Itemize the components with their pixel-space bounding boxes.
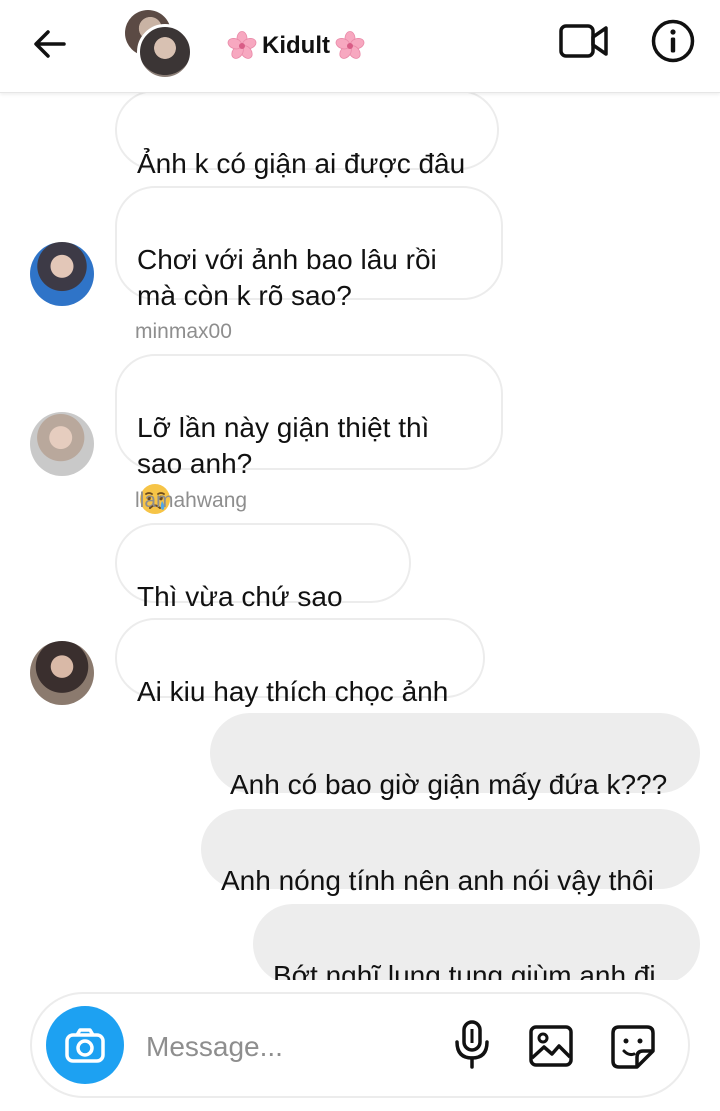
avatar [137,24,193,80]
message-composer [30,992,690,1098]
message-bubble[interactable]: Anh nóng tính nên anh nói vậy thôi [201,809,700,896]
message-bubble[interactable]: Bớt nghĩ lung tung giùm anh đi [253,904,700,980]
camera-icon [65,1028,105,1063]
chat-header: Kidult [0,0,720,93]
message-thread[interactable]: Ảnh k có giận ai được đâu Chơi với ảnh b… [0,92,720,980]
message-bubble[interactable]: Ai kiu hay thích chọc ảnh [115,618,485,707]
message-bubble[interactable]: Anh có bao giờ giận mấy đứa k??? [210,713,700,800]
message-bubble[interactable]: Lỡ lần này giận thiệt thì sao anh? [115,354,503,514]
message-text: Chơi với ảnh bao lâu rồi mà còn k rõ sao… [137,244,437,311]
message-text: Anh có bao giờ giận mấy đứa k??? [230,769,668,800]
camera-button[interactable] [46,1006,124,1084]
message-bubble[interactable]: Thì vừa chứ sao [115,523,411,643]
sender-name: minmax00 [135,320,232,343]
group-avatar[interactable] [125,10,193,80]
video-call-icon[interactable] [558,18,610,64]
back-arrow-icon[interactable] [30,24,70,64]
avatar[interactable] [30,641,94,705]
avatar[interactable] [30,412,94,476]
chat-title[interactable]: Kidult [222,30,370,62]
cherry-blossom-icon [227,31,257,59]
message-text: Thì vừa chứ sao [137,581,343,612]
message-bubble[interactable]: Ảnh k có giận ai được đâu [115,92,499,179]
message-input[interactable] [144,1020,438,1074]
message-bubble[interactable]: Chơi với ảnh bao lâu rồi mà còn k rõ sao… [115,186,503,311]
microphone-icon[interactable] [452,1020,492,1070]
avatar[interactable] [30,242,94,306]
message-text: Ảnh k có giận ai được đâu [137,148,466,179]
sender-name: llamahwang [135,489,248,512]
message-text: Lỡ lần này giận thiệt thì sao anh? [137,412,430,479]
sticker-icon[interactable] [610,1024,656,1070]
info-icon[interactable] [650,18,696,64]
message-text: Anh nóng tính nên anh nói vậy thôi [221,865,654,896]
gallery-icon[interactable] [528,1024,574,1068]
message-text: Ai kiu hay thích chọc ảnh [137,676,449,707]
cherry-blossom-icon [335,31,365,59]
message-text: Bớt nghĩ lung tung giùm anh đi [273,960,656,980]
chat-title-text: Kidult [262,32,330,59]
